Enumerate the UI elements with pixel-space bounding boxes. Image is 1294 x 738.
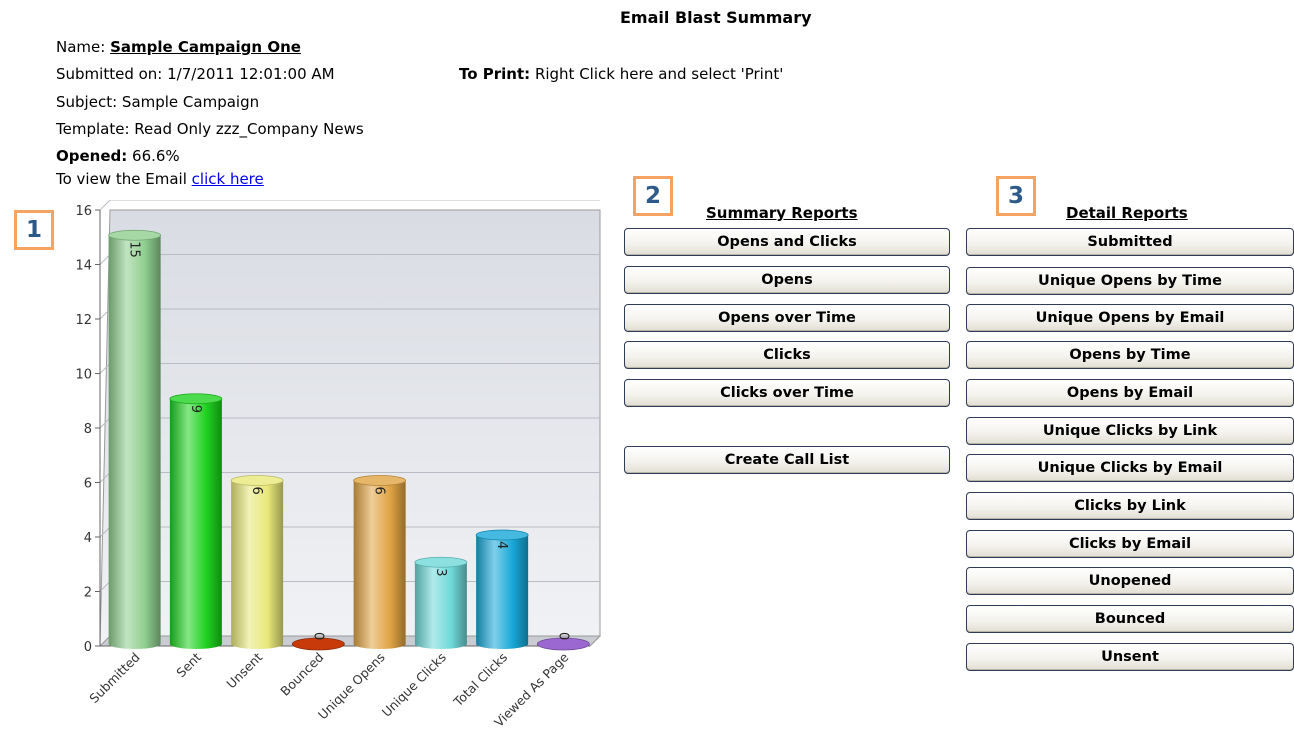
opens-over-time-button[interactable]: Opens over Time bbox=[624, 304, 950, 332]
unique-clicks-by-email-button[interactable]: Unique Clicks by Email bbox=[966, 454, 1294, 482]
view-email-row: To view the Email click here bbox=[56, 170, 264, 188]
data-label: 6 bbox=[372, 487, 387, 495]
template-value: Read Only zzz_Company News bbox=[134, 120, 364, 138]
page-title: Email Blast Summary bbox=[620, 8, 812, 27]
x-tick-label: Unsent bbox=[223, 649, 265, 691]
bar-body bbox=[169, 398, 222, 649]
bar-top bbox=[353, 475, 407, 486]
bounced-button[interactable]: Bounced bbox=[966, 605, 1294, 633]
bar-top bbox=[169, 393, 223, 405]
detail-reports-heading: Detail Reports bbox=[1066, 204, 1188, 222]
print-text: Right Click here and select 'Print' bbox=[534, 65, 784, 83]
create-call-list-button[interactable]: Create Call List bbox=[624, 446, 950, 474]
bar-body bbox=[108, 235, 161, 649]
subject-row: Subject: Sample Campaign bbox=[56, 93, 259, 111]
data-label: 6 bbox=[249, 487, 264, 495]
campaign-name: Sample Campaign One bbox=[110, 38, 301, 56]
opens-by-email-button[interactable]: Opens by Email bbox=[966, 379, 1294, 407]
bar-top bbox=[108, 229, 162, 241]
submitted-row: Submitted on: 1/7/2011 12:01:00 AM bbox=[56, 65, 335, 83]
bar-unique-opens bbox=[353, 475, 407, 649]
clicks-by-email-button[interactable]: Clicks by Email bbox=[966, 530, 1294, 558]
x-tick-label: Sent bbox=[173, 649, 204, 680]
opened-row: Opened: 66.6% bbox=[56, 147, 180, 165]
data-label: 4 bbox=[494, 541, 509, 549]
unsent-button[interactable]: Unsent bbox=[966, 643, 1294, 671]
x-tick-label: Unique Clicks bbox=[379, 650, 449, 720]
clicks-over-time-button[interactable]: Clicks over Time bbox=[624, 379, 950, 407]
unique-opens-by-email-button[interactable]: Unique Opens by Email bbox=[966, 304, 1294, 332]
subject-label: Subject: bbox=[56, 93, 118, 111]
bar-unsent bbox=[230, 475, 284, 649]
callout-2: 2 bbox=[633, 176, 673, 216]
bar-body bbox=[353, 480, 406, 649]
bar-top bbox=[475, 529, 529, 541]
clicks-button[interactable]: Clicks bbox=[624, 341, 950, 369]
opened-value: 66.6% bbox=[132, 147, 180, 165]
x-tick-label: Total Clicks bbox=[450, 650, 510, 710]
print-hint[interactable]: To Print: Right Click here and select 'P… bbox=[459, 65, 783, 83]
bar-body bbox=[476, 535, 529, 649]
bar-sent bbox=[169, 393, 223, 649]
x-tick-label: Bounced bbox=[277, 650, 326, 699]
template-row: Template: Read Only zzz_Company News bbox=[56, 120, 364, 138]
campaign-name-row: Name: Sample Campaign One bbox=[56, 38, 301, 56]
clicks-by-link-button[interactable]: Clicks by Link bbox=[966, 492, 1294, 520]
opened-label: Opened: bbox=[56, 147, 128, 165]
data-label: 9 bbox=[188, 405, 203, 413]
bar-top bbox=[414, 556, 468, 568]
data-label: 3 bbox=[433, 568, 448, 576]
callout-3: 3 bbox=[996, 176, 1036, 216]
data-label: 0 bbox=[310, 632, 325, 640]
view-email-link[interactable]: click here bbox=[192, 170, 264, 188]
opens-and-clicks-button[interactable]: Opens and Clicks bbox=[624, 228, 950, 256]
unopened-button[interactable]: Unopened bbox=[966, 567, 1294, 595]
bar-top bbox=[230, 475, 284, 486]
submitted-label: Submitted on: bbox=[56, 65, 163, 83]
y-tick-label: 12 bbox=[75, 313, 92, 328]
y-tick-label: 0 bbox=[84, 640, 92, 655]
detail-submitted-button[interactable]: Submitted bbox=[966, 228, 1294, 256]
y-tick-label: 8 bbox=[84, 422, 92, 437]
bar-submitted bbox=[108, 229, 162, 649]
data-label: 0 bbox=[555, 632, 570, 640]
email-blast-bar-chart: 0 2 4 6 8 10 12 14 16 15 Submitted 9 Sent 6 Unsent 0 Bo… bbox=[75, 200, 602, 730]
gridline-side bbox=[99, 200, 111, 211]
opens-button[interactable]: Opens bbox=[624, 266, 950, 294]
unique-clicks-by-link-button[interactable]: Unique Clicks by Link bbox=[966, 417, 1294, 445]
y-tick-label: 16 bbox=[75, 204, 92, 219]
summary-reports-heading: Summary Reports bbox=[706, 204, 858, 222]
template-label: Template: bbox=[56, 120, 130, 138]
y-tick-label: 2 bbox=[84, 586, 92, 601]
y-tick-label: 6 bbox=[84, 477, 92, 492]
bar-body bbox=[231, 480, 284, 649]
y-tick-label: 10 bbox=[75, 368, 92, 383]
opens-by-time-button[interactable]: Opens by Time bbox=[966, 341, 1294, 369]
data-label: 15 bbox=[127, 241, 142, 258]
y-tick-label: 4 bbox=[84, 531, 92, 546]
subject-value: Sample Campaign bbox=[121, 93, 260, 111]
print-label: To Print: bbox=[459, 65, 531, 83]
name-label: Name: bbox=[56, 38, 106, 56]
submitted-date: 1/7/2011 12:01:00 AM bbox=[167, 65, 335, 83]
y-tick-label: 14 bbox=[75, 259, 92, 274]
x-tick-label: Submitted bbox=[86, 650, 142, 706]
view-email-text: To view the Email bbox=[56, 170, 187, 188]
unique-opens-by-time-button[interactable]: Unique Opens by Time bbox=[966, 267, 1294, 295]
